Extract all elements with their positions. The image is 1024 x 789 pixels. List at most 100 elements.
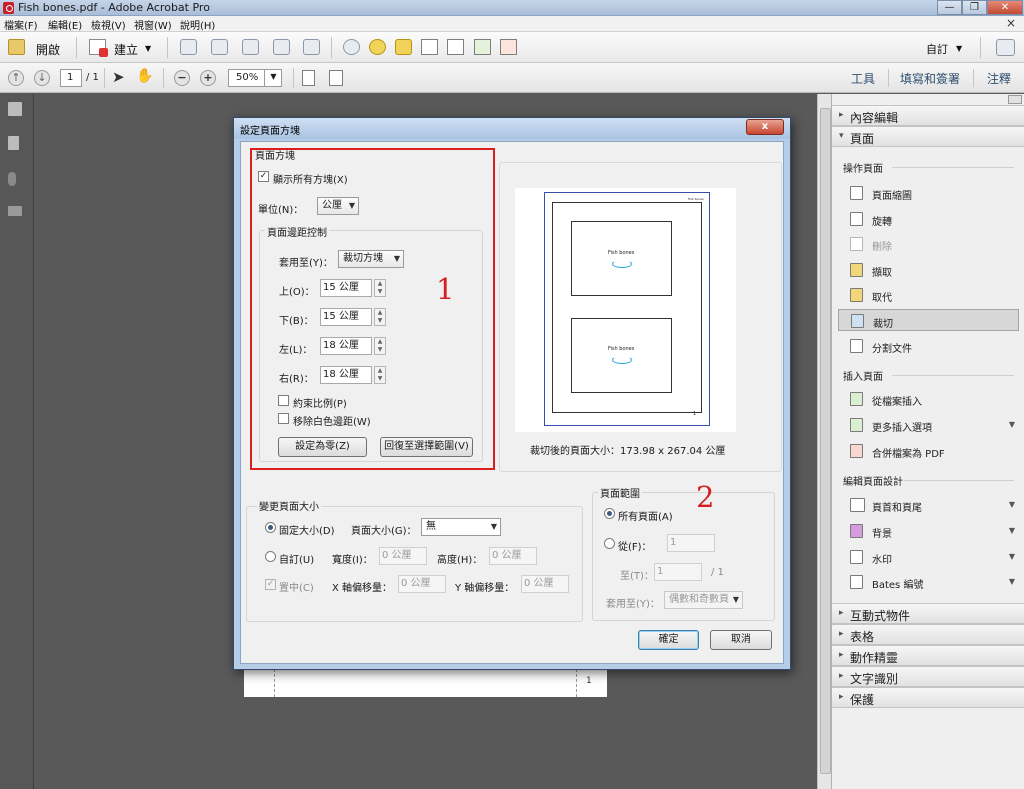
section-forms[interactable]: ▸ 表格 [832,624,1024,645]
menu-file[interactable]: 檔案(F) [4,17,38,32]
center-checkbox[interactable]: ✓ [265,579,276,590]
export-icon[interactable] [474,39,491,55]
section-protection[interactable]: ▸ 保護 [832,687,1024,708]
open-folder-icon[interactable] [8,39,25,55]
section-content-editing[interactable]: ▸ 內容編輯 [832,105,1024,126]
page-range-legend: 頁面範圍 [598,485,642,500]
email-icon[interactable] [303,39,320,55]
tab-tools[interactable]: 工具 [851,70,875,87]
tool-label: 背景 [872,529,892,540]
minimize-button[interactable]: — [937,0,962,15]
page-to-input[interactable]: 1 [654,563,702,581]
next-page-icon[interactable]: ↓ [34,70,50,86]
page-size-label: 頁面大小(G)： [351,526,417,537]
cancel-button[interactable]: 取消 [710,630,772,650]
select-cursor-icon[interactable]: ➤ [112,68,125,86]
menu-window[interactable]: 視窗(W) [134,17,172,32]
zoom-out-icon[interactable]: − [174,70,190,86]
toolbar-separator [293,68,294,88]
tool-bates-numbering[interactable]: Bates 編號 ▼ [838,571,1019,593]
menu-help[interactable]: 說明(H) [180,17,215,32]
menu-edit[interactable]: 編輯(E) [48,17,82,32]
section-action-wizard[interactable]: ▸ 動作精靈 [832,645,1024,666]
highlight-icon[interactable] [395,39,412,55]
x-offset-input[interactable]: 0 公厘 [398,575,446,593]
section-interactive-objects[interactable]: ▸ 互動式物件 [832,603,1024,624]
chevron-down-icon: ▼ [732,595,739,604]
tool-label: 從檔案插入 [872,397,922,408]
fit-width-icon[interactable] [329,70,343,86]
annotation-number-1: 1 [436,272,455,306]
tool-background[interactable]: 背景 ▼ [838,520,1019,542]
fit-page-icon[interactable] [302,70,315,86]
open-button[interactable]: 開啟 [36,41,60,58]
menu-view[interactable]: 檢視(V) [91,17,126,32]
tool-page-thumbnails[interactable]: 頁面縮圖 [838,182,1019,204]
tool-split-document[interactable]: 分割文件 [838,335,1019,357]
print-icon[interactable] [242,39,259,55]
previous-page-icon[interactable]: ↑ [8,70,24,86]
attachments-icon[interactable] [8,172,16,186]
tool-label: 分割文件 [872,344,912,355]
signatures-icon[interactable] [8,206,22,216]
fullscreen-icon[interactable] [996,39,1015,56]
tool-watermark[interactable]: 水印 ▼ [838,546,1019,568]
pane-options-icon[interactable] [1008,95,1022,104]
chevron-down-icon: ▼ [490,522,497,531]
tool-replace[interactable]: 取代 [838,284,1019,306]
settings-gear-icon[interactable] [343,39,360,55]
save-icon[interactable] [180,39,197,55]
custom-size-radio[interactable] [265,551,276,562]
section-text-recognition[interactable]: ▸ 文字識別 [832,666,1024,687]
y-offset-input[interactable]: 0 公厘 [521,575,569,593]
zoom-in-icon[interactable]: + [200,70,216,86]
customize-button[interactable]: 自訂 [926,41,948,57]
tool-extract[interactable]: 擷取 [838,259,1019,281]
background-icon [850,524,863,538]
edit-icon[interactable] [273,39,290,55]
zoom-dropdown-icon[interactable]: ▼ [264,69,282,87]
page-from-input[interactable]: 1 [667,534,715,552]
tool-insert-from-file[interactable]: 從檔案插入 [838,388,1019,410]
tool-crop[interactable]: 裁切 [838,309,1019,331]
height-input[interactable]: 0 公厘 [489,547,537,565]
document-search-icon[interactable] [447,39,464,55]
comment-icon[interactable] [369,39,386,55]
range-apply-to-value: 偶數和奇數頁 [669,594,729,605]
create-button[interactable]: 建立 [114,41,138,58]
maximize-button[interactable]: ❐ [962,0,987,15]
tool-header-footer[interactable]: 頁首和頁尾 ▼ [838,494,1019,516]
width-input[interactable]: 0 公厘 [379,547,427,565]
page-from-radio[interactable] [604,538,615,549]
tool-more-insert-options[interactable]: 更多插入選項 ▼ [838,414,1019,436]
tab-fill-and-sign[interactable]: 填寫和簽署 [900,70,960,87]
create-pdf-icon[interactable] [89,39,108,57]
create-dropdown-icon[interactable]: ▼ [145,44,151,53]
page-number-input[interactable]: 1 [60,69,82,87]
vertical-scrollbar[interactable] [817,94,831,789]
document-settings-icon[interactable] [421,39,438,55]
tool-combine-files[interactable]: 合併檔案為 PDF [838,440,1019,462]
replace-icon [850,288,863,302]
section-pages[interactable]: ▾ 頁面 [832,126,1024,147]
close-document-icon[interactable]: × [1006,16,1016,30]
ok-button[interactable]: 確定 [638,630,699,650]
cloud-upload-icon[interactable] [211,39,228,55]
x-offset-label: X 軸偏移量： [332,583,393,594]
all-pages-radio[interactable] [604,508,615,519]
tool-delete[interactable]: 刪除 [838,233,1019,255]
bates-numbering-icon [850,575,863,589]
page-thumbnails-icon[interactable] [8,102,22,116]
dialog-close-button[interactable]: x [746,119,784,135]
tool-rotate[interactable]: 旋轉 [838,208,1019,230]
range-apply-to-select[interactable]: 偶數和奇數頁 ▼ [664,591,743,609]
customize-dropdown-icon[interactable]: ▼ [956,44,962,53]
fixed-size-radio[interactable] [265,522,276,533]
close-window-button[interactable]: ✕ [987,0,1023,15]
bookmarks-icon[interactable] [8,136,19,150]
hand-tool-icon[interactable]: ✋ [136,68,153,84]
page-size-select[interactable]: 無 ▼ [421,518,501,536]
sign-document-icon[interactable] [500,39,517,55]
window-title: Fish bones.pdf - Adobe Acrobat Pro [18,1,210,14]
tab-comment[interactable]: 注釋 [987,70,1011,87]
